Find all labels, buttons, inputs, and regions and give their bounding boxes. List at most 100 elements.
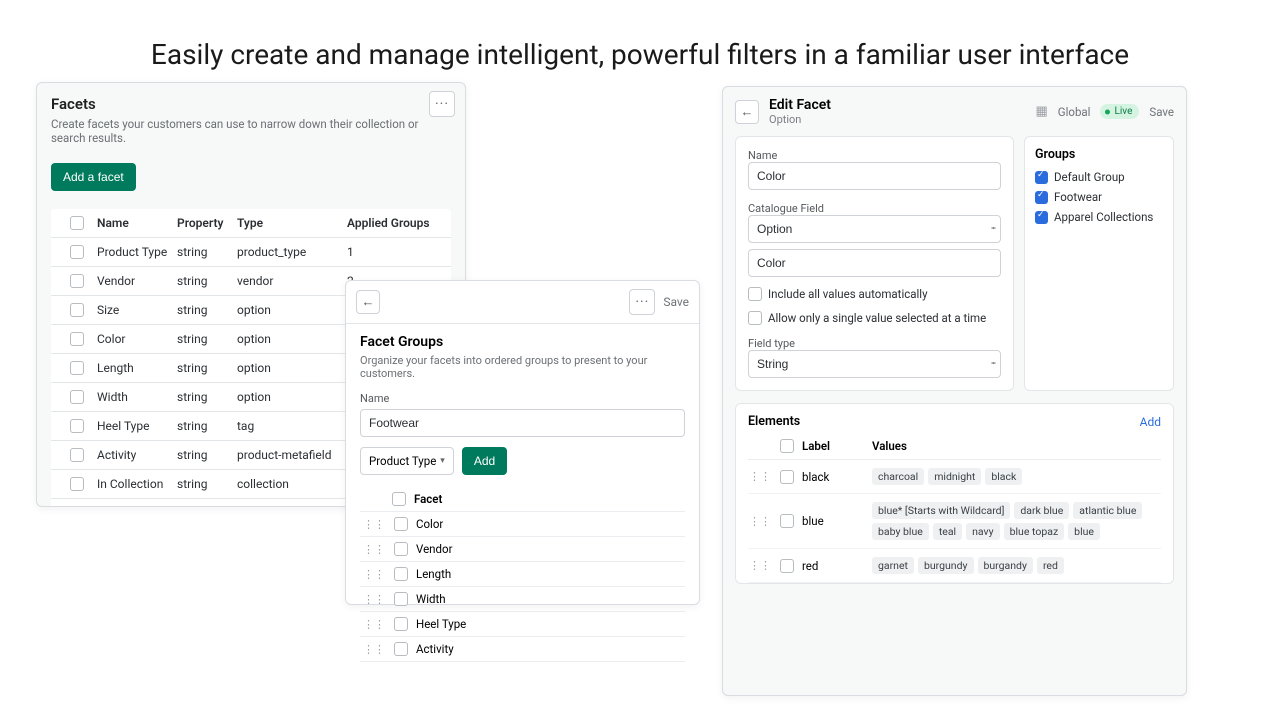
drag-handle-icon[interactable]: ⋮⋮ xyxy=(362,643,386,656)
row-checkbox[interactable] xyxy=(70,245,84,259)
name-label: Name xyxy=(360,392,685,405)
value-tag: dark blue xyxy=(1014,502,1069,519)
row-checkbox[interactable] xyxy=(70,390,84,404)
row-checkbox[interactable] xyxy=(70,274,84,288)
cell-property: string xyxy=(177,506,237,507)
facet-groups-title: Facet Groups xyxy=(360,334,685,350)
catalogue-field-label: Catalogue Field xyxy=(748,202,1001,215)
cell-name: Product Type xyxy=(97,245,177,259)
cell-type: product_type xyxy=(237,245,347,259)
drag-handle-icon[interactable]: ⋮⋮ xyxy=(362,618,386,631)
drag-handle-icon[interactable]: ⋮⋮ xyxy=(362,568,386,581)
table-row[interactable]: Product Type string product_type 1 xyxy=(51,238,451,267)
back-icon[interactable]: ← xyxy=(356,290,380,314)
cell-type: variant-metafield xyxy=(237,506,347,507)
select-all-checkbox[interactable] xyxy=(392,492,406,506)
row-checkbox[interactable] xyxy=(394,617,408,631)
back-icon[interactable]: ← xyxy=(735,100,759,124)
row-checkbox[interactable] xyxy=(70,361,84,375)
group-checkbox[interactable] xyxy=(1035,211,1048,224)
facet-name-input[interactable] xyxy=(748,162,1001,190)
cell-property: string xyxy=(177,390,237,404)
value-tag: blue* [Starts with Wildcard] xyxy=(872,502,1010,519)
group-label: Default Group xyxy=(1054,170,1125,184)
add-button[interactable]: Add xyxy=(462,447,507,475)
list-item[interactable]: ⋮⋮ Length xyxy=(360,562,685,587)
save-button[interactable]: Save xyxy=(1149,105,1174,119)
group-name-input[interactable] xyxy=(360,409,685,437)
name-label: Name xyxy=(748,149,1001,162)
global-label: Global xyxy=(1058,105,1091,119)
elements-add-button[interactable]: Add xyxy=(1140,415,1161,429)
row-checkbox[interactable] xyxy=(780,470,794,484)
value-tag: garnet xyxy=(872,557,914,574)
col-name: Name xyxy=(97,216,177,230)
drag-handle-icon[interactable]: ⋮⋮ xyxy=(748,515,772,528)
list-item[interactable]: ⋮⋮ Color xyxy=(360,512,685,537)
drag-handle-icon[interactable]: ⋮⋮ xyxy=(362,543,386,556)
cell-property: string xyxy=(177,303,237,317)
edit-facet-panel: ← Edit Facet Option ▦ Global Live Save N… xyxy=(722,86,1187,696)
save-button[interactable]: Save xyxy=(663,295,689,309)
select-all-checkbox[interactable] xyxy=(70,216,84,230)
row-checkbox[interactable] xyxy=(394,642,408,656)
value-tag: red xyxy=(1037,557,1064,574)
row-checkbox[interactable] xyxy=(780,559,794,573)
cell-property: string xyxy=(177,419,237,433)
drag-handle-icon[interactable]: ⋮⋮ xyxy=(362,518,386,531)
row-checkbox[interactable] xyxy=(394,517,408,531)
layout-icon[interactable]: ▦ xyxy=(1035,104,1047,119)
element-row[interactable]: ⋮⋮ red garnetburgundyburgandyred xyxy=(748,549,1161,583)
product-type-select[interactable]: Product Type ▾ xyxy=(360,447,454,475)
col-property: Property xyxy=(177,216,237,230)
facets-title: Facets xyxy=(51,95,451,113)
list-item[interactable]: ⋮⋮ Vendor xyxy=(360,537,685,562)
row-checkbox[interactable] xyxy=(394,592,408,606)
row-checkbox[interactable] xyxy=(70,332,84,346)
field-type-select[interactable] xyxy=(748,350,1001,378)
add-facet-button[interactable]: Add a facet xyxy=(51,163,136,191)
select-all-checkbox[interactable] xyxy=(780,439,794,453)
cell-type: product-metafield xyxy=(237,448,347,462)
group-item[interactable]: Default Group xyxy=(1035,170,1163,184)
row-checkbox[interactable] xyxy=(70,303,84,317)
product-type-label: Product Type xyxy=(369,454,436,468)
group-checkbox[interactable] xyxy=(1035,191,1048,204)
list-item[interactable]: ⋮⋮ Activity xyxy=(360,637,685,662)
row-checkbox[interactable] xyxy=(70,419,84,433)
value-tags: garnetburgundyburgandyred xyxy=(872,557,1161,574)
facet-groups-subtitle: Organize your facets into ordered groups… xyxy=(360,354,685,380)
list-item[interactable]: ⋮⋮ Heel Type xyxy=(360,612,685,637)
row-checkbox[interactable] xyxy=(70,506,84,507)
facet-name: Heel Type xyxy=(416,617,683,631)
more-icon[interactable]: ··· xyxy=(629,289,655,315)
element-row[interactable]: ⋮⋮ black charcoalmidnightblack xyxy=(748,460,1161,494)
catalogue-field-select[interactable] xyxy=(748,215,1001,243)
drag-handle-icon[interactable]: ⋮⋮ xyxy=(748,559,772,572)
group-item[interactable]: Footwear xyxy=(1035,190,1163,204)
row-checkbox[interactable] xyxy=(394,567,408,581)
drag-handle-icon[interactable]: ⋮⋮ xyxy=(748,470,772,483)
value-tags: blue* [Starts with Wildcard]dark blueatl… xyxy=(872,502,1161,540)
edit-facet-subtitle: Option xyxy=(769,113,831,126)
cell-property: string xyxy=(177,245,237,259)
group-checkbox[interactable] xyxy=(1035,171,1048,184)
edit-facet-title: Edit Facet xyxy=(769,97,831,113)
element-row[interactable]: ⋮⋮ blue blue* [Starts with Wildcard]dark… xyxy=(748,494,1161,549)
list-item[interactable]: ⋮⋮ Width xyxy=(360,587,685,612)
single-value-checkbox[interactable] xyxy=(748,311,762,325)
drag-handle-icon[interactable]: ⋮⋮ xyxy=(362,593,386,606)
more-icon[interactable]: ··· xyxy=(429,91,455,117)
row-checkbox[interactable] xyxy=(70,477,84,491)
row-checkbox[interactable] xyxy=(394,542,408,556)
catalogue-sub-input[interactable] xyxy=(748,249,1001,277)
value-tag: black xyxy=(985,468,1022,485)
value-tag: blue topaz xyxy=(1004,523,1065,540)
group-item[interactable]: Apparel Collections xyxy=(1035,210,1163,224)
single-value-label: Allow only a single value selected at a … xyxy=(768,311,986,325)
row-checkbox[interactable] xyxy=(780,514,794,528)
include-all-checkbox[interactable] xyxy=(748,287,762,301)
cell-property: string xyxy=(177,361,237,375)
col-type: Type xyxy=(237,216,347,230)
row-checkbox[interactable] xyxy=(70,448,84,462)
